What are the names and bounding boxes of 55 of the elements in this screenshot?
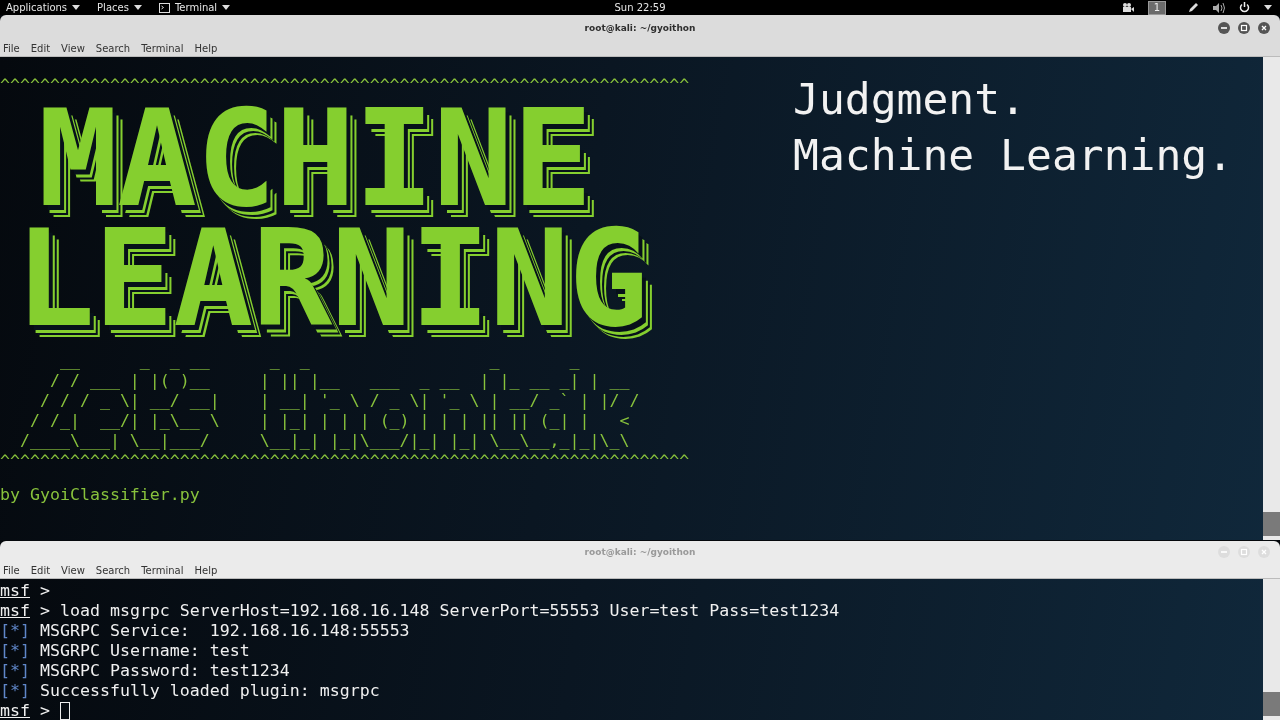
scrollbar[interactable] — [1263, 57, 1280, 540]
terminal-text: > — [38, 581, 50, 601]
caret-down-icon — [133, 5, 142, 10]
menu-item[interactable]: Edit — [27, 42, 56, 54]
terminal-text: > — [38, 701, 50, 720]
menu-item[interactable]: Help — [191, 42, 223, 54]
speaker-icon[interactable] — [1213, 2, 1225, 13]
panel-menu[interactable]: Terminal — [158, 2, 231, 13]
maximize-button[interactable] — [1238, 21, 1250, 34]
menu-item[interactable]: View — [58, 564, 90, 576]
minimize-button[interactable] — [1218, 21, 1230, 34]
menu-item[interactable]: File — [0, 564, 25, 576]
close-button[interactable] — [1258, 21, 1270, 34]
window-title: root@kali: ~/gyoithon — [584, 546, 696, 557]
menu-item[interactable]: Search — [92, 564, 136, 576]
power-icon[interactable] — [1239, 2, 1250, 13]
panel-menu[interactable]: Applications — [6, 2, 81, 13]
caret-down-icon — [1264, 5, 1272, 10]
terminal-text: MSGRPC Username: test — [38, 641, 250, 661]
menu-item[interactable]: Search — [92, 42, 136, 54]
menu-item[interactable]: View — [58, 42, 90, 54]
ascii-art: __ _ _ __ _ _ _ _ / / ___ | |( )__ | || |__ ___ _ __ | |_ __ _| | __ / / / _ \| __/ __| | __| '_ \ / _ \| '_ \ | __/ _` | |/ / / /_| __/| |_\__ \ | |_| | | | (_) | | | || || (_| | < /____\___| \__|___/ \__|_| |_|\___/|_| |_| \__\__,_|_|\_\ — [18, 351, 641, 451]
workspace-indicator[interactable]: 1 — [1147, 0, 1166, 15]
panel-menu[interactable]: Places — [97, 2, 142, 13]
heading-text: Machine Learning. — [793, 129, 1234, 182]
banner-title: MACHINE — [38, 99, 592, 219]
window-title: root@kali: ~/gyoithon — [584, 22, 696, 33]
menu-item[interactable]: File — [0, 42, 25, 54]
status-tag: [*] — [0, 661, 30, 681]
status-tag: [*] — [0, 641, 30, 661]
caret-down-icon — [222, 5, 231, 10]
menu-item[interactable]: Help — [191, 564, 223, 576]
byline: by GyoiClassifier.py — [0, 485, 201, 505]
terminal-text: Successfully loaded plugin: msgrpc — [38, 681, 380, 701]
divider-text: ^^^^^^^^^^^^^^^^^^^^^^^^^^^^^^^^^^^^^^^^^^^^^^^^^^^^^^^^^^^^^^^^^^^^^ — [0, 451, 690, 471]
prompt: msf — [0, 701, 30, 720]
prompt: msf — [0, 581, 30, 601]
clock[interactable]: Sun 22:59 — [614, 2, 666, 13]
camera-icon[interactable] — [1121, 3, 1134, 12]
terminal-text: > load msgrpc ServerHost=192.168.16.148 ServerPort=55553 User=test Pass=test1234 — [38, 601, 840, 621]
status-tag: [*] — [0, 681, 30, 701]
divider-text: ^^^^^^^^^^^^^^^^^^^^^^^^^^^^^^^^^^^^^^^^^^^^^^^^^^^^^^^^^^^^^^^^^^^^^ — [0, 75, 690, 95]
heading-text: Judgment. — [793, 73, 1027, 126]
menu-item[interactable]: Terminal — [138, 564, 189, 576]
prompt: msf — [0, 601, 30, 621]
banner-title: LEARNING — [15, 219, 648, 339]
terminal-text: MSGRPC Service: 192.168.16.148:55553 — [38, 621, 410, 641]
menu-item[interactable]: Edit — [27, 564, 56, 576]
menu-item[interactable]: Terminal — [138, 42, 189, 54]
terminal-icon — [158, 2, 170, 13]
caret-down-icon — [72, 5, 81, 10]
pen-icon[interactable] — [1188, 2, 1199, 13]
status-tag: [*] — [0, 621, 30, 641]
terminal-text: MSGRPC Password: test1234 — [38, 661, 290, 681]
scrollbar[interactable] — [1263, 579, 1280, 720]
